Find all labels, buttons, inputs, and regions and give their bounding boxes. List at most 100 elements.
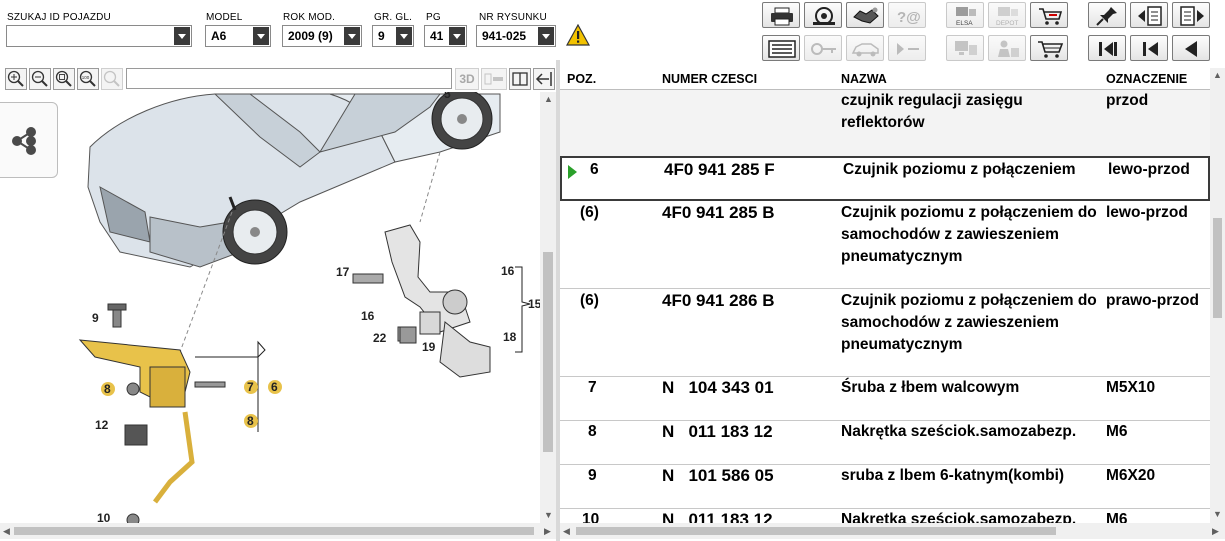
dealer-button[interactable] [988, 35, 1026, 61]
scroll-up-icon[interactable]: ▲ [544, 94, 553, 104]
chevron-down-icon[interactable] [253, 27, 269, 45]
header-poz[interactable]: POZ. [567, 72, 596, 86]
scroll-down-icon[interactable]: ▼ [1213, 509, 1222, 519]
chevron-down-icon[interactable] [344, 27, 360, 45]
callout-18[interactable]: 18 [503, 330, 517, 344]
key-icon [811, 43, 836, 55]
depot-button[interactable]: DEPOT [988, 2, 1026, 28]
zoom-in-button[interactable] [5, 68, 27, 90]
callout-19[interactable]: 19 [422, 340, 436, 354]
service-button[interactable] [804, 2, 842, 28]
collapse-pane-button[interactable] [533, 68, 555, 90]
table-row[interactable]: czujnik regulacji zasięgu reflektorów pr… [560, 90, 1210, 158]
callout-12[interactable]: 12 [95, 418, 109, 432]
subgroup-select[interactable]: 41 [424, 25, 467, 47]
callout-8b[interactable]: 8 [247, 414, 254, 428]
zoom-out-button[interactable] [29, 68, 51, 90]
drawing-select[interactable]: 941-025 [476, 25, 556, 47]
callout-22[interactable]: 22 [373, 331, 387, 345]
scroll-left-icon[interactable]: ◀ [3, 526, 10, 537]
subgroup-label: PG [426, 12, 441, 23]
chevron-down-icon[interactable] [396, 27, 412, 45]
service-wheel-icon [813, 7, 835, 25]
table-horizontal-scrollbar[interactable]: ◀ ▶ [560, 523, 1225, 539]
table-row[interactable]: 7 N 104 343 01 Śruba z łbem walcowym M5X… [560, 377, 1210, 421]
table-row[interactable]: 10 N 011 183 12 Nakrętka sześciok.samoza… [560, 509, 1210, 523]
header-numer[interactable]: NUMER CZESCI [662, 72, 757, 86]
svg-text:?@: ?@ [897, 9, 921, 26]
cart-button[interactable] [1030, 35, 1068, 61]
previous-button[interactable] [1130, 35, 1168, 61]
table-vertical-scrollbar[interactable]: ▲ ▼ [1210, 68, 1225, 523]
forward-dash-button[interactable] [888, 35, 926, 61]
prev-page-button[interactable] [1130, 2, 1168, 28]
print-button[interactable] [762, 2, 800, 28]
depot-icon: DEPOT [996, 7, 1018, 27]
scroll-right-icon[interactable]: ▶ [544, 526, 551, 537]
chevron-down-icon[interactable] [538, 27, 554, 45]
callout-6[interactable]: 6 [271, 380, 278, 394]
table-row[interactable]: 9 N 101 586 05 sruba z lbem 6-katnym(kom… [560, 465, 1210, 509]
scroll-thumb[interactable] [543, 252, 553, 452]
header-nazwa[interactable]: NAZWA [841, 72, 887, 86]
callout-7[interactable]: 7 [247, 380, 254, 394]
scroll-thumb[interactable] [14, 527, 534, 535]
callout-5[interactable]: 5 [444, 92, 451, 101]
diagram-horizontal-scrollbar[interactable]: ◀ ▶ [0, 523, 556, 539]
pin-button[interactable] [1088, 2, 1126, 28]
table-row[interactable]: (6) 4F0 941 286 B Czujnik poziomu z połą… [560, 289, 1210, 377]
key-button[interactable] [804, 35, 842, 61]
split-view-button[interactable] [509, 68, 531, 90]
callout-10[interactable]: 10 [97, 511, 111, 523]
computer-button[interactable] [946, 35, 984, 61]
handshake-icon [853, 7, 879, 24]
header-oznaczenie[interactable]: OZNACZENIE [1106, 72, 1187, 86]
parts-list-button[interactable] [762, 35, 800, 61]
handshake-button[interactable] [846, 2, 884, 28]
vehicle-button[interactable] [846, 35, 884, 61]
sensor-left-illustration [78, 303, 226, 523]
zoom-fit-button[interactable] [53, 68, 75, 90]
parts-diagram[interactable]: 9 8 7 6 12 8 10 17 16 22 19 18 16 15 5 [0, 92, 540, 523]
callout-15[interactable]: 15 [528, 297, 540, 311]
warning-icon[interactable] [566, 24, 590, 46]
first-button[interactable] [1088, 35, 1126, 61]
scroll-right-icon[interactable]: ▶ [1212, 526, 1219, 537]
chevron-down-icon[interactable] [174, 27, 190, 45]
share-button[interactable] [0, 102, 58, 178]
scroll-left-icon[interactable]: ◀ [563, 526, 570, 537]
model-select[interactable]: A6 [205, 25, 271, 47]
callout-9[interactable]: 9 [92, 311, 99, 325]
back-button[interactable] [1172, 35, 1210, 61]
year-select[interactable]: 2009 (9) [282, 25, 362, 47]
elsa-button[interactable]: ELSA [946, 2, 984, 28]
vehicle-id-select[interactable] [6, 25, 192, 47]
table-row[interactable]: 8 N 011 183 12 Nakrętka sześciok.samozab… [560, 421, 1210, 465]
cart-remove-button[interactable] [1030, 2, 1068, 28]
hotspot-toggle-button[interactable] [481, 68, 507, 90]
magnifier-button[interactable] [101, 68, 123, 90]
scroll-thumb[interactable] [576, 527, 1056, 535]
diagram-vertical-scrollbar[interactable]: ▲ ▼ [540, 92, 556, 523]
main-group-select[interactable]: 9 [372, 25, 414, 47]
parts-table: POZ. NUMER CZESCI NAZWA OZNACZENIE czujn… [560, 68, 1210, 523]
zoom-100-button[interactable]: 100 [77, 68, 99, 90]
sensor-right-illustration [352, 224, 491, 378]
view-3d-button[interactable]: 3D [455, 68, 479, 90]
callout-16b[interactable]: 16 [501, 264, 515, 278]
image-toolbar: 100 3D [0, 68, 556, 90]
table-row[interactable]: (6) 4F0 941 285 B Czujnik poziomu z połą… [560, 201, 1210, 289]
next-page-button[interactable] [1172, 2, 1210, 28]
scroll-up-icon[interactable]: ▲ [1213, 70, 1222, 80]
image-search-input[interactable] [126, 68, 452, 89]
callout-17[interactable]: 17 [336, 265, 350, 279]
scroll-thumb[interactable] [1213, 218, 1222, 318]
help-button[interactable]: ?@ [888, 2, 926, 28]
chevron-down-icon[interactable] [449, 27, 465, 45]
callout-8[interactable]: 8 [104, 382, 111, 396]
parts-list-icon [768, 40, 796, 58]
print-icon [771, 7, 793, 26]
scroll-down-icon[interactable]: ▼ [544, 510, 553, 520]
table-row-selected[interactable]: 6 4F0 941 285 F Czujnik poziomu z połącz… [560, 156, 1210, 201]
callout-16[interactable]: 16 [361, 309, 375, 323]
